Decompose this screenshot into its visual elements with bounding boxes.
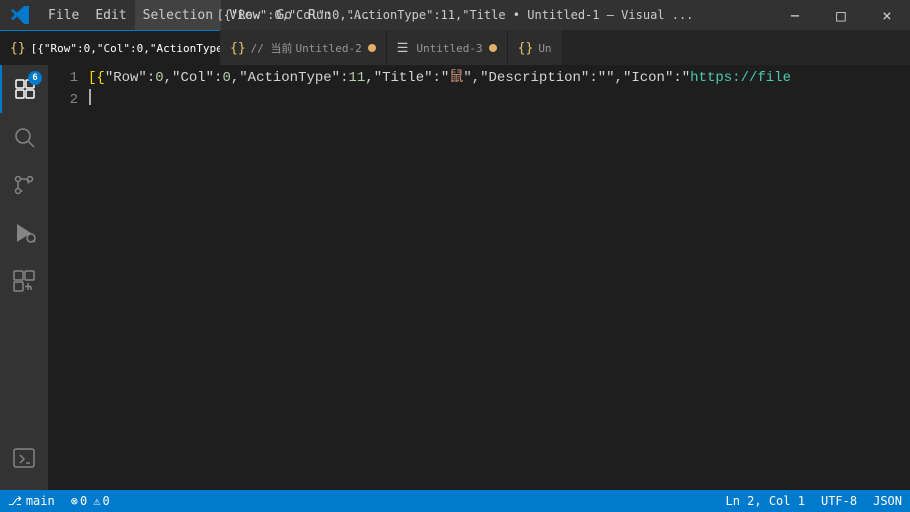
activity-bar: 6 [0, 65, 48, 490]
token: [{ [88, 67, 105, 89]
menu-more[interactable]: ... [340, 0, 379, 30]
status-branch-name: main [26, 494, 55, 508]
status-error-count: 0 [80, 494, 87, 508]
tab-icon: {} [518, 41, 534, 56]
tab-untitled-2[interactable]: {} // 当前 Untitled-2 [220, 30, 387, 65]
menu-selection[interactable]: Selection [135, 0, 221, 30]
menu-edit[interactable]: Edit [87, 0, 134, 30]
status-encoding[interactable]: UTF-8 [813, 494, 865, 508]
tab-bar: {} [{"Row":0,"Col":0,"ActionType":11,"Ti… [0, 30, 910, 65]
token: ,"Col": [164, 67, 223, 89]
line-numbers: 1 2 [48, 65, 88, 490]
maximize-button[interactable]: □ [818, 0, 864, 30]
editor-area: 1 2 [{"Row":0,"Col":0,"ActionType":11,"T… [48, 65, 910, 490]
code-editor[interactable]: [{"Row":0,"Col":0,"ActionType":11,"Title… [88, 65, 910, 490]
status-errors[interactable]: ⊗ 0 ⚠ 0 [63, 490, 118, 512]
tab-filename: Untitled-3 [416, 42, 482, 55]
token: "Row": [105, 67, 155, 89]
tab-filename: Untitled-2 [296, 42, 362, 55]
vscode-logo-icon [0, 0, 40, 30]
status-position[interactable]: Ln 2, Col 1 [717, 494, 812, 508]
tab-modified-dot [368, 44, 376, 52]
explorer-badge: 6 [28, 71, 42, 85]
tab-modified-dot [489, 44, 497, 52]
minimize-button[interactable]: − [772, 0, 818, 30]
status-language[interactable]: JSON [865, 494, 910, 508]
activity-extensions[interactable] [0, 257, 48, 305]
token: https://file [690, 67, 791, 89]
tab-untitled-3[interactable]: ☰ Untitled-3 [387, 30, 508, 65]
tab-partial[interactable]: {} Un [508, 30, 563, 65]
activity-search[interactable] [0, 113, 48, 161]
menu-view[interactable]: View [221, 0, 268, 30]
activity-run[interactable] [0, 209, 48, 257]
status-language-text: JSON [873, 494, 902, 508]
code-line-1: [{"Row":0,"Col":0,"ActionType":11,"Title… [88, 67, 910, 89]
menu-file[interactable]: File [40, 0, 87, 30]
menu-go[interactable]: Go [268, 0, 300, 30]
status-right: Ln 2, Col 1 UTF-8 JSON [717, 494, 910, 508]
editor-content[interactable]: 1 2 [{"Row":0,"Col":0,"ActionType":11,"T… [48, 65, 910, 490]
token: ,"Title":" [365, 67, 449, 89]
tab-icon: {} [230, 41, 246, 56]
status-encoding-text: UTF-8 [821, 494, 857, 508]
token: 0 [222, 67, 230, 89]
token: 鼠 [449, 67, 463, 89]
token: ,"ActionType": [231, 67, 349, 89]
tab-icon: {} [10, 41, 26, 56]
menu-bar: File Edit Selection View Go Run ... [0, 0, 379, 30]
close-button[interactable]: × [864, 0, 910, 30]
token: 11 [348, 67, 365, 89]
status-position-text: Ln 2, Col 1 [725, 494, 804, 508]
status-warning-count: 0 [102, 494, 109, 508]
token: 0 [155, 67, 163, 89]
activity-terminal[interactable] [0, 434, 48, 482]
activity-source-control[interactable] [0, 161, 48, 209]
status-error-icon: ⊗ [71, 494, 78, 508]
status-warning-icon: ⚠ [93, 494, 100, 508]
activity-explorer[interactable]: 6 [0, 65, 48, 113]
title-bar: File Edit Selection View Go Run ... [{"R… [0, 0, 910, 30]
main-layout: 6 [0, 65, 910, 490]
tab-label-partial: Un [538, 42, 551, 55]
token: ","Description":"","Icon":" [463, 67, 690, 89]
status-bar: ⎇ main ⊗ 0 ⚠ 0 Ln 2, Col 1 UTF-8 JSON [0, 490, 910, 512]
tab-icon: ☰ [397, 41, 409, 56]
status-branch[interactable]: ⎇ main [0, 490, 63, 512]
menu-run[interactable]: Run [300, 0, 339, 30]
cursor [89, 89, 91, 105]
tab-label: // 当前 [251, 40, 293, 56]
status-branch-icon: ⎇ [8, 494, 22, 508]
code-line-2 [88, 89, 910, 105]
window-controls: − □ × [772, 0, 910, 30]
tab-untitled-1[interactable]: {} [{"Row":0,"Col":0,"ActionType":11,"Ti… [0, 30, 220, 65]
